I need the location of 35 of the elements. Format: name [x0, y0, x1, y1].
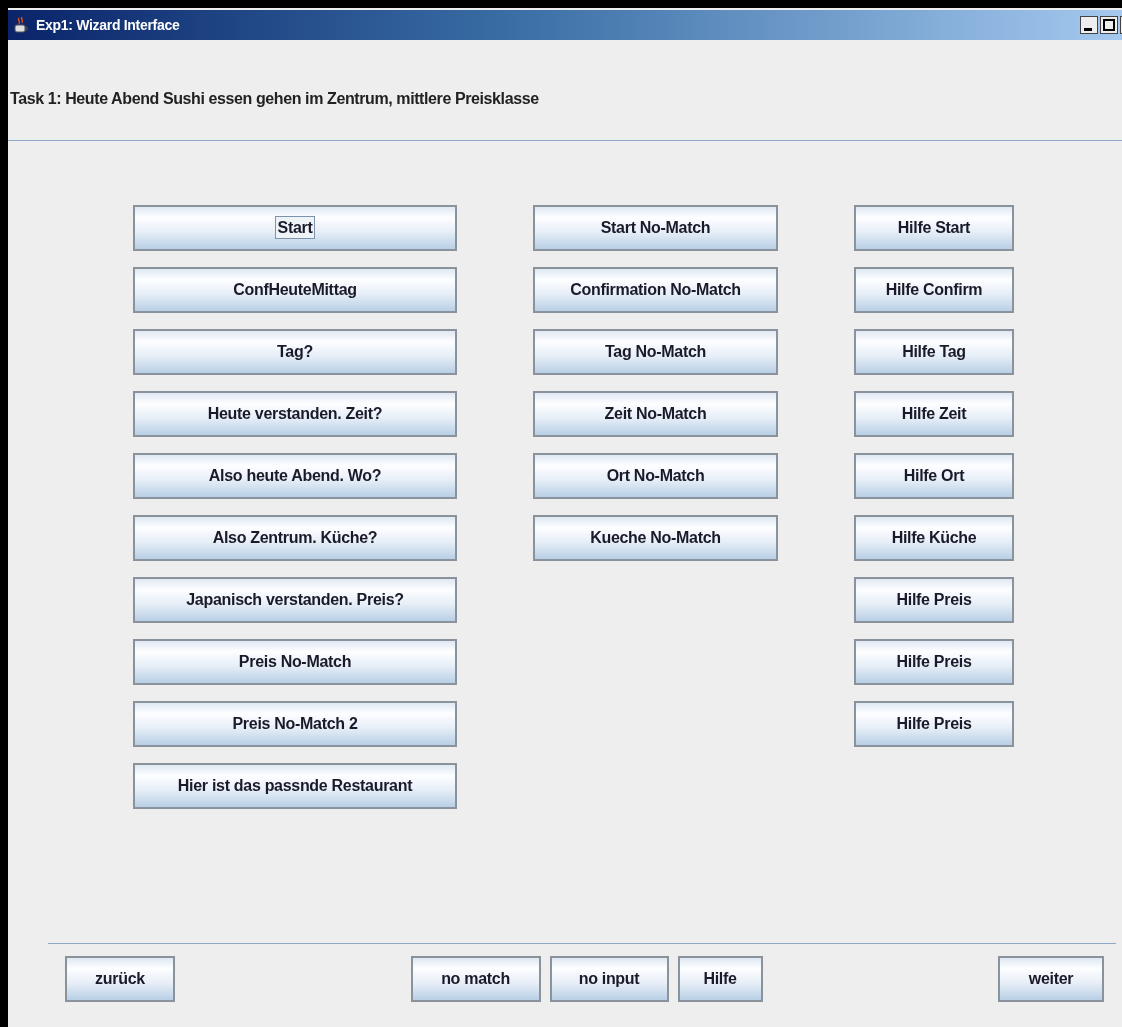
wizard-button[interactable]: Zeit No-Match — [533, 391, 778, 437]
maximize-icon[interactable] — [1100, 16, 1118, 34]
wizard-button[interactable]: Hilfe Tag — [854, 329, 1014, 375]
wizard-button[interactable]: Hilfe Zeit — [854, 391, 1014, 437]
coffee-cup-icon — [12, 16, 30, 34]
nav-button[interactable]: no match — [410, 956, 541, 1002]
wizard-button[interactable]: Heute verstanden. Zeit? — [133, 391, 457, 437]
window-title: Exp1: Wizard Interface — [36, 17, 181, 33]
wizard-button[interactable]: Kueche No-Match — [533, 515, 778, 561]
minimize-icon[interactable] — [1080, 16, 1098, 34]
wizard-button[interactable]: Confirmation No-Match — [533, 267, 778, 313]
wizard-button[interactable]: Tag? — [133, 329, 457, 375]
task-description: Task 1: Heute Abend Sushi essen gehen im Zentrum, mittlere Preisklasse — [9, 89, 540, 109]
nav-button[interactable]: zurück — [65, 956, 175, 1002]
wizard-button[interactable]: Also Zentrum. Küche? — [133, 515, 457, 561]
nav-button[interactable]: Hilfe — [677, 956, 763, 1002]
wizard-button[interactable]: Japanisch verstanden. Preis? — [133, 577, 457, 623]
wizard-button[interactable]: Hilfe Start — [854, 205, 1014, 251]
wizard-button[interactable]: Hilfe Preis — [854, 701, 1014, 747]
wizard-button[interactable]: Hilfe Confirm — [854, 267, 1014, 313]
wizard-button[interactable]: Start — [133, 205, 457, 251]
wizard-button[interactable]: Hilfe Preis — [854, 577, 1014, 623]
wizard-button[interactable]: Preis No-Match 2 — [133, 701, 457, 747]
wizard-button[interactable]: Start No-Match — [533, 205, 778, 251]
wizard-button[interactable]: Hilfe Küche — [854, 515, 1014, 561]
wizard-button[interactable]: Also heute Abend. Wo? — [133, 453, 457, 499]
nav-button[interactable]: no input — [549, 956, 669, 1002]
nav-button[interactable]: weiter — [998, 956, 1104, 1002]
wizard-button[interactable]: Hilfe Preis — [854, 639, 1014, 685]
wizard-button[interactable]: Preis No-Match — [133, 639, 457, 685]
wizard-button[interactable]: Hier ist das passnde Restaurant — [133, 763, 457, 809]
wizard-button[interactable]: ConfHeuteMittag — [133, 267, 457, 313]
wizard-button[interactable]: Hilfe Ort — [854, 453, 1014, 499]
wizard-button[interactable]: Ort No-Match — [533, 453, 778, 499]
wizard-button[interactable]: Tag No-Match — [533, 329, 778, 375]
